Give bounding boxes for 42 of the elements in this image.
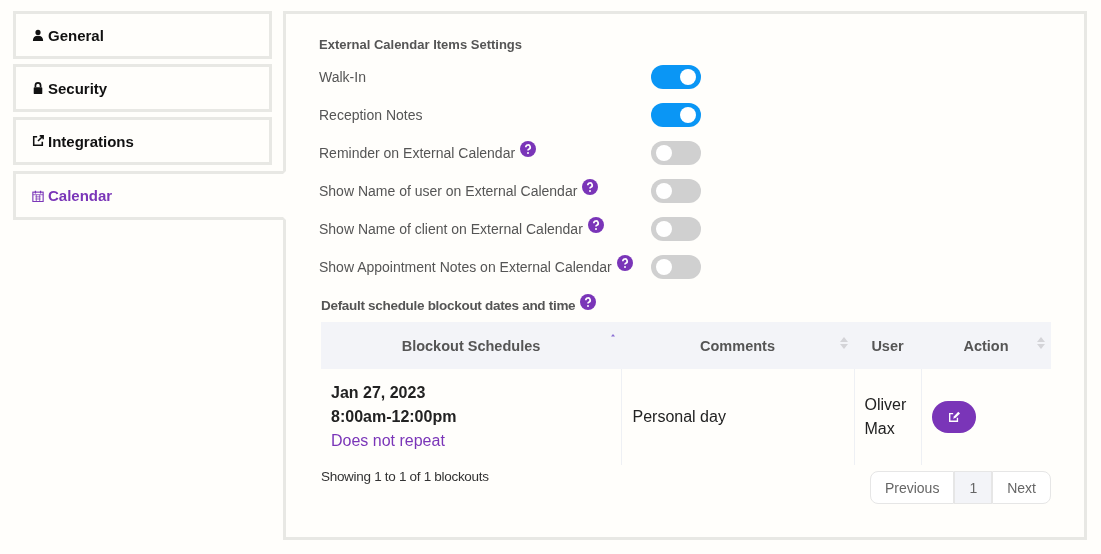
setting-label: Reception Notes [319,107,423,123]
pagination-button[interactable]: 1 [954,471,993,504]
blockout-date: Jan 27, 2023 [331,383,427,403]
table-cell-text: Oliver Max [864,395,908,439]
setting-label: Walk-In [319,69,366,85]
user-icon [32,29,44,41]
calendar-icon [32,189,44,202]
section-heading: Default schedule blockout dates and time [321,298,576,313]
blockout-time: 8:00am-12:00pm [331,407,458,427]
toggle-switch[interactable] [651,255,701,279]
toggle-switch[interactable] [651,103,701,127]
column-header[interactable]: Blockout Schedules [321,322,621,369]
repeat-text: Does not repeat [331,431,446,451]
external-link-icon [32,135,44,147]
settings-tab[interactable]: Integrations [13,117,272,165]
settings-tab[interactable]: General [13,11,272,59]
toggle-switch[interactable] [651,65,701,89]
help-icon[interactable] [520,141,537,157]
table-cell: Personal day [632,408,726,425]
table-info: Showing 1 to 1 of 1 blockouts [321,469,489,486]
setting-label: Show Appointment Notes on External Calendar [319,259,612,275]
toggle-switch[interactable] [651,141,701,165]
pagination-button[interactable]: Next [992,471,1051,504]
edit-button[interactable] [931,401,976,433]
setting-label: Show Name of client on External Calendar [319,221,583,237]
section-heading: External Calendar Items Settings [319,37,523,52]
settings-tab[interactable]: Security [13,64,272,112]
toggle-switch[interactable] [651,217,701,241]
setting-label: Show Name of user on External Calendar [319,183,578,199]
toggle-switch[interactable] [651,179,701,203]
column-header[interactable]: User [854,322,921,369]
column-header[interactable]: Action [921,322,1051,369]
help-icon[interactable] [587,217,604,233]
column-header[interactable]: Comments [621,322,854,369]
lock-icon [32,82,44,94]
help-icon[interactable] [616,255,633,271]
edit-icon [947,411,960,423]
setting-label: Reminder on External Calendar [319,145,516,161]
help-icon[interactable] [582,179,599,195]
help-icon[interactable] [580,293,597,310]
settings-tab[interactable]: Calendar [13,171,286,220]
pagination-button[interactable]: Previous [869,471,955,504]
